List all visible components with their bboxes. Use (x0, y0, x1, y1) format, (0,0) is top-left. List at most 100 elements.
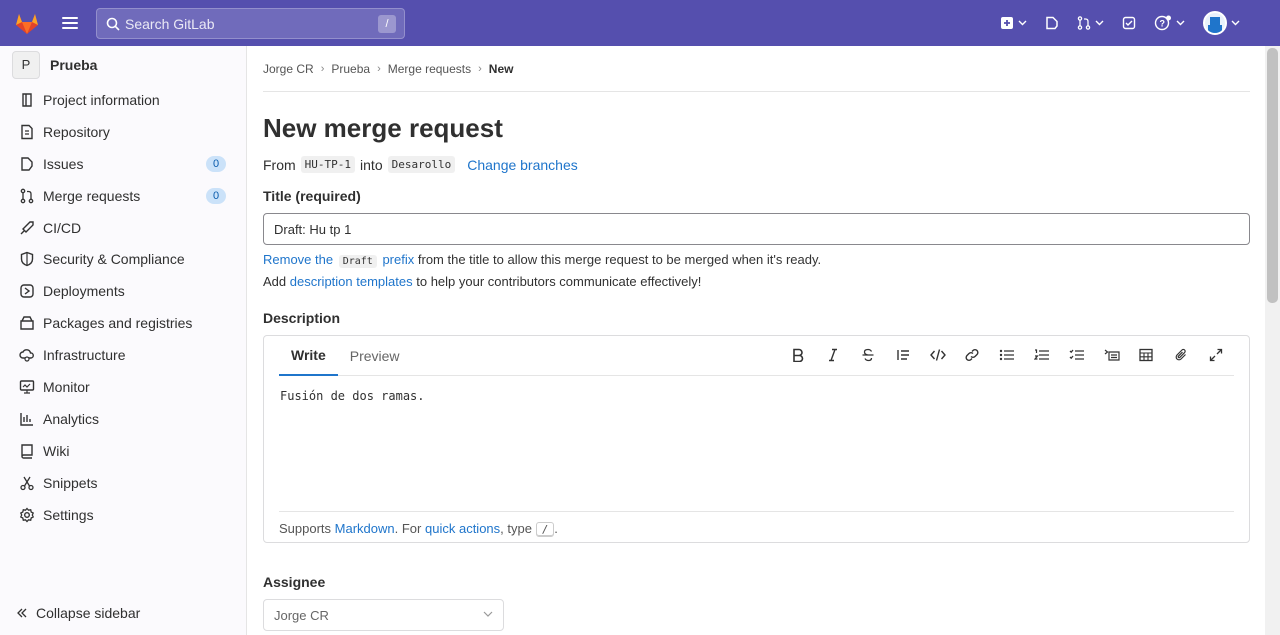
sidebar-item-infrastructure[interactable]: Infrastructure (0, 339, 246, 371)
code-icon[interactable] (929, 347, 946, 363)
sidebar-item-settings[interactable]: Settings (0, 499, 246, 531)
link-icon[interactable] (964, 347, 980, 363)
sidebar-item-label: Repository (43, 123, 110, 140)
breadcrumb-link[interactable]: Jorge CR (263, 62, 314, 76)
user-menu-button[interactable] (1203, 11, 1240, 35)
from-label: From (263, 156, 296, 173)
sidebar-project-header[interactable]: P Prueba (0, 46, 246, 84)
numbered-list-icon[interactable] (1034, 347, 1050, 363)
footer-text: , type (500, 521, 532, 536)
merge-request-icon (20, 188, 34, 203)
breadcrumb-link[interactable]: Merge requests (388, 62, 471, 76)
description-editor: Write Preview Fusión de dos ramas. Suppo… (263, 335, 1250, 543)
page-scrollbar[interactable] (1265, 46, 1280, 635)
assignee-label: Assignee (263, 574, 326, 590)
sidebar-item-label: Infrastructure (43, 347, 126, 364)
sidebar-item-repository[interactable]: Repository (0, 116, 246, 148)
collapsible-section-icon[interactable] (1104, 347, 1120, 363)
search-shortcut-key: / (378, 15, 396, 33)
sidebar-item-security-compliance[interactable]: Security & Compliance (0, 243, 246, 275)
sidebar-item-label: Snippets (43, 474, 98, 491)
sidebar-item-ci-cd[interactable]: CI/CD (0, 212, 246, 244)
search-input[interactable] (125, 15, 365, 32)
project-name[interactable]: Prueba (50, 57, 97, 73)
issues-icon (21, 157, 33, 171)
scrollbar-thumb[interactable] (1267, 48, 1278, 303)
sidebar-item-label: Issues (43, 155, 84, 172)
source-branch: HU-TP-1 (300, 156, 356, 173)
chevron-down-icon (1095, 20, 1104, 26)
draft-code: Draft (338, 255, 377, 268)
chevron-right-icon: › (377, 62, 381, 75)
todos-nav-button[interactable] (1122, 16, 1136, 30)
sidebar-item-label: Monitor (43, 378, 90, 395)
quick-actions-link[interactable]: quick actions (425, 521, 500, 536)
strikethrough-icon[interactable] (860, 347, 876, 363)
branch-info: From HU-TP-1 into Desarollo Change branc… (263, 156, 1250, 173)
task-list-icon[interactable] (1069, 347, 1085, 363)
bold-icon[interactable] (790, 347, 806, 363)
help-dropdown-button[interactable]: ? (1154, 15, 1185, 31)
merge-requests-nav-button[interactable] (1077, 16, 1104, 30)
change-branches-link[interactable]: Change branches (467, 157, 578, 173)
quote-icon[interactable] (895, 347, 911, 363)
search-box[interactable]: / (96, 8, 405, 39)
sidebar-item-label: Wiki (43, 442, 70, 459)
monitor-icon (19, 380, 35, 394)
sidebar-item-analytics[interactable]: Analytics (0, 403, 246, 435)
tab-write[interactable]: Write (279, 336, 338, 376)
sidebar-item-deployments[interactable]: Deployments (0, 275, 246, 307)
deployments-icon (20, 284, 34, 298)
collapse-sidebar-button[interactable]: Collapse sidebar (16, 605, 140, 621)
sidebar-item-label: Security & Compliance (43, 251, 185, 268)
sidebar-item-label: CI/CD (43, 219, 82, 236)
attachment-icon[interactable] (1173, 347, 1189, 363)
fullscreen-icon[interactable] (1208, 347, 1224, 363)
snippet-icon (20, 476, 34, 490)
prefix-link[interactable]: prefix (382, 252, 414, 267)
italic-icon[interactable] (825, 347, 841, 363)
chevron-down-icon (1018, 20, 1027, 26)
bullet-list-icon[interactable] (999, 347, 1015, 363)
tab-preview[interactable]: Preview (338, 336, 412, 376)
markdown-link[interactable]: Markdown (335, 521, 395, 536)
chevron-down-icon (1231, 20, 1240, 26)
new-dropdown-button[interactable] (1000, 16, 1027, 30)
sidebar-item-issues[interactable]: Issues 0 (0, 148, 246, 180)
settings-icon (19, 507, 35, 522)
sidebar-item-packages-registries[interactable]: Packages and registries (0, 307, 246, 339)
menu-icon[interactable] (62, 17, 78, 29)
shield-icon (20, 252, 34, 267)
svg-text:?: ? (1160, 19, 1166, 29)
count-badge: 0 (206, 155, 226, 172)
sidebar-item-label: Project information (43, 91, 160, 108)
description-templates-link[interactable]: description templates (290, 274, 413, 289)
slash-key: / (535, 522, 555, 537)
issues-nav-button[interactable] (1045, 16, 1059, 30)
chevron-down-icon (483, 611, 493, 617)
sidebar-item-monitor[interactable]: Monitor (0, 371, 246, 403)
chevron-right-icon: › (478, 62, 482, 75)
chevron-down-icon (1176, 20, 1185, 26)
gitlab-logo-icon[interactable] (14, 10, 40, 36)
todo-icon (1122, 16, 1136, 30)
project-info-icon (22, 93, 32, 107)
avatar (1203, 11, 1227, 35)
breadcrumb-link[interactable]: Prueba (331, 62, 370, 76)
sidebar-item-label: Packages and registries (43, 315, 193, 332)
help-icon: ? (1154, 15, 1171, 31)
sidebar-item-merge-requests[interactable]: Merge requests 0 (0, 180, 246, 212)
description-textarea[interactable]: Fusión de dos ramas. (280, 389, 425, 403)
sidebar-item-wiki[interactable]: Wiki (0, 435, 246, 467)
sidebar-item-snippets[interactable]: Snippets (0, 467, 246, 499)
double-chevron-left-icon (17, 608, 27, 618)
title-input[interactable]: Draft: Hu tp 1 (263, 213, 1250, 245)
assignee-dropdown[interactable]: Jorge CR (263, 599, 504, 631)
footer-text: . For (394, 521, 422, 536)
sidebar-item-label: Settings (43, 506, 94, 523)
collapse-sidebar-label: Collapse sidebar (36, 605, 141, 621)
table-icon[interactable] (1138, 347, 1154, 363)
merge-request-icon (1077, 16, 1091, 30)
sidebar-item-project-information[interactable]: Project information (0, 84, 246, 116)
remove-draft-link[interactable]: Remove the (263, 252, 333, 267)
